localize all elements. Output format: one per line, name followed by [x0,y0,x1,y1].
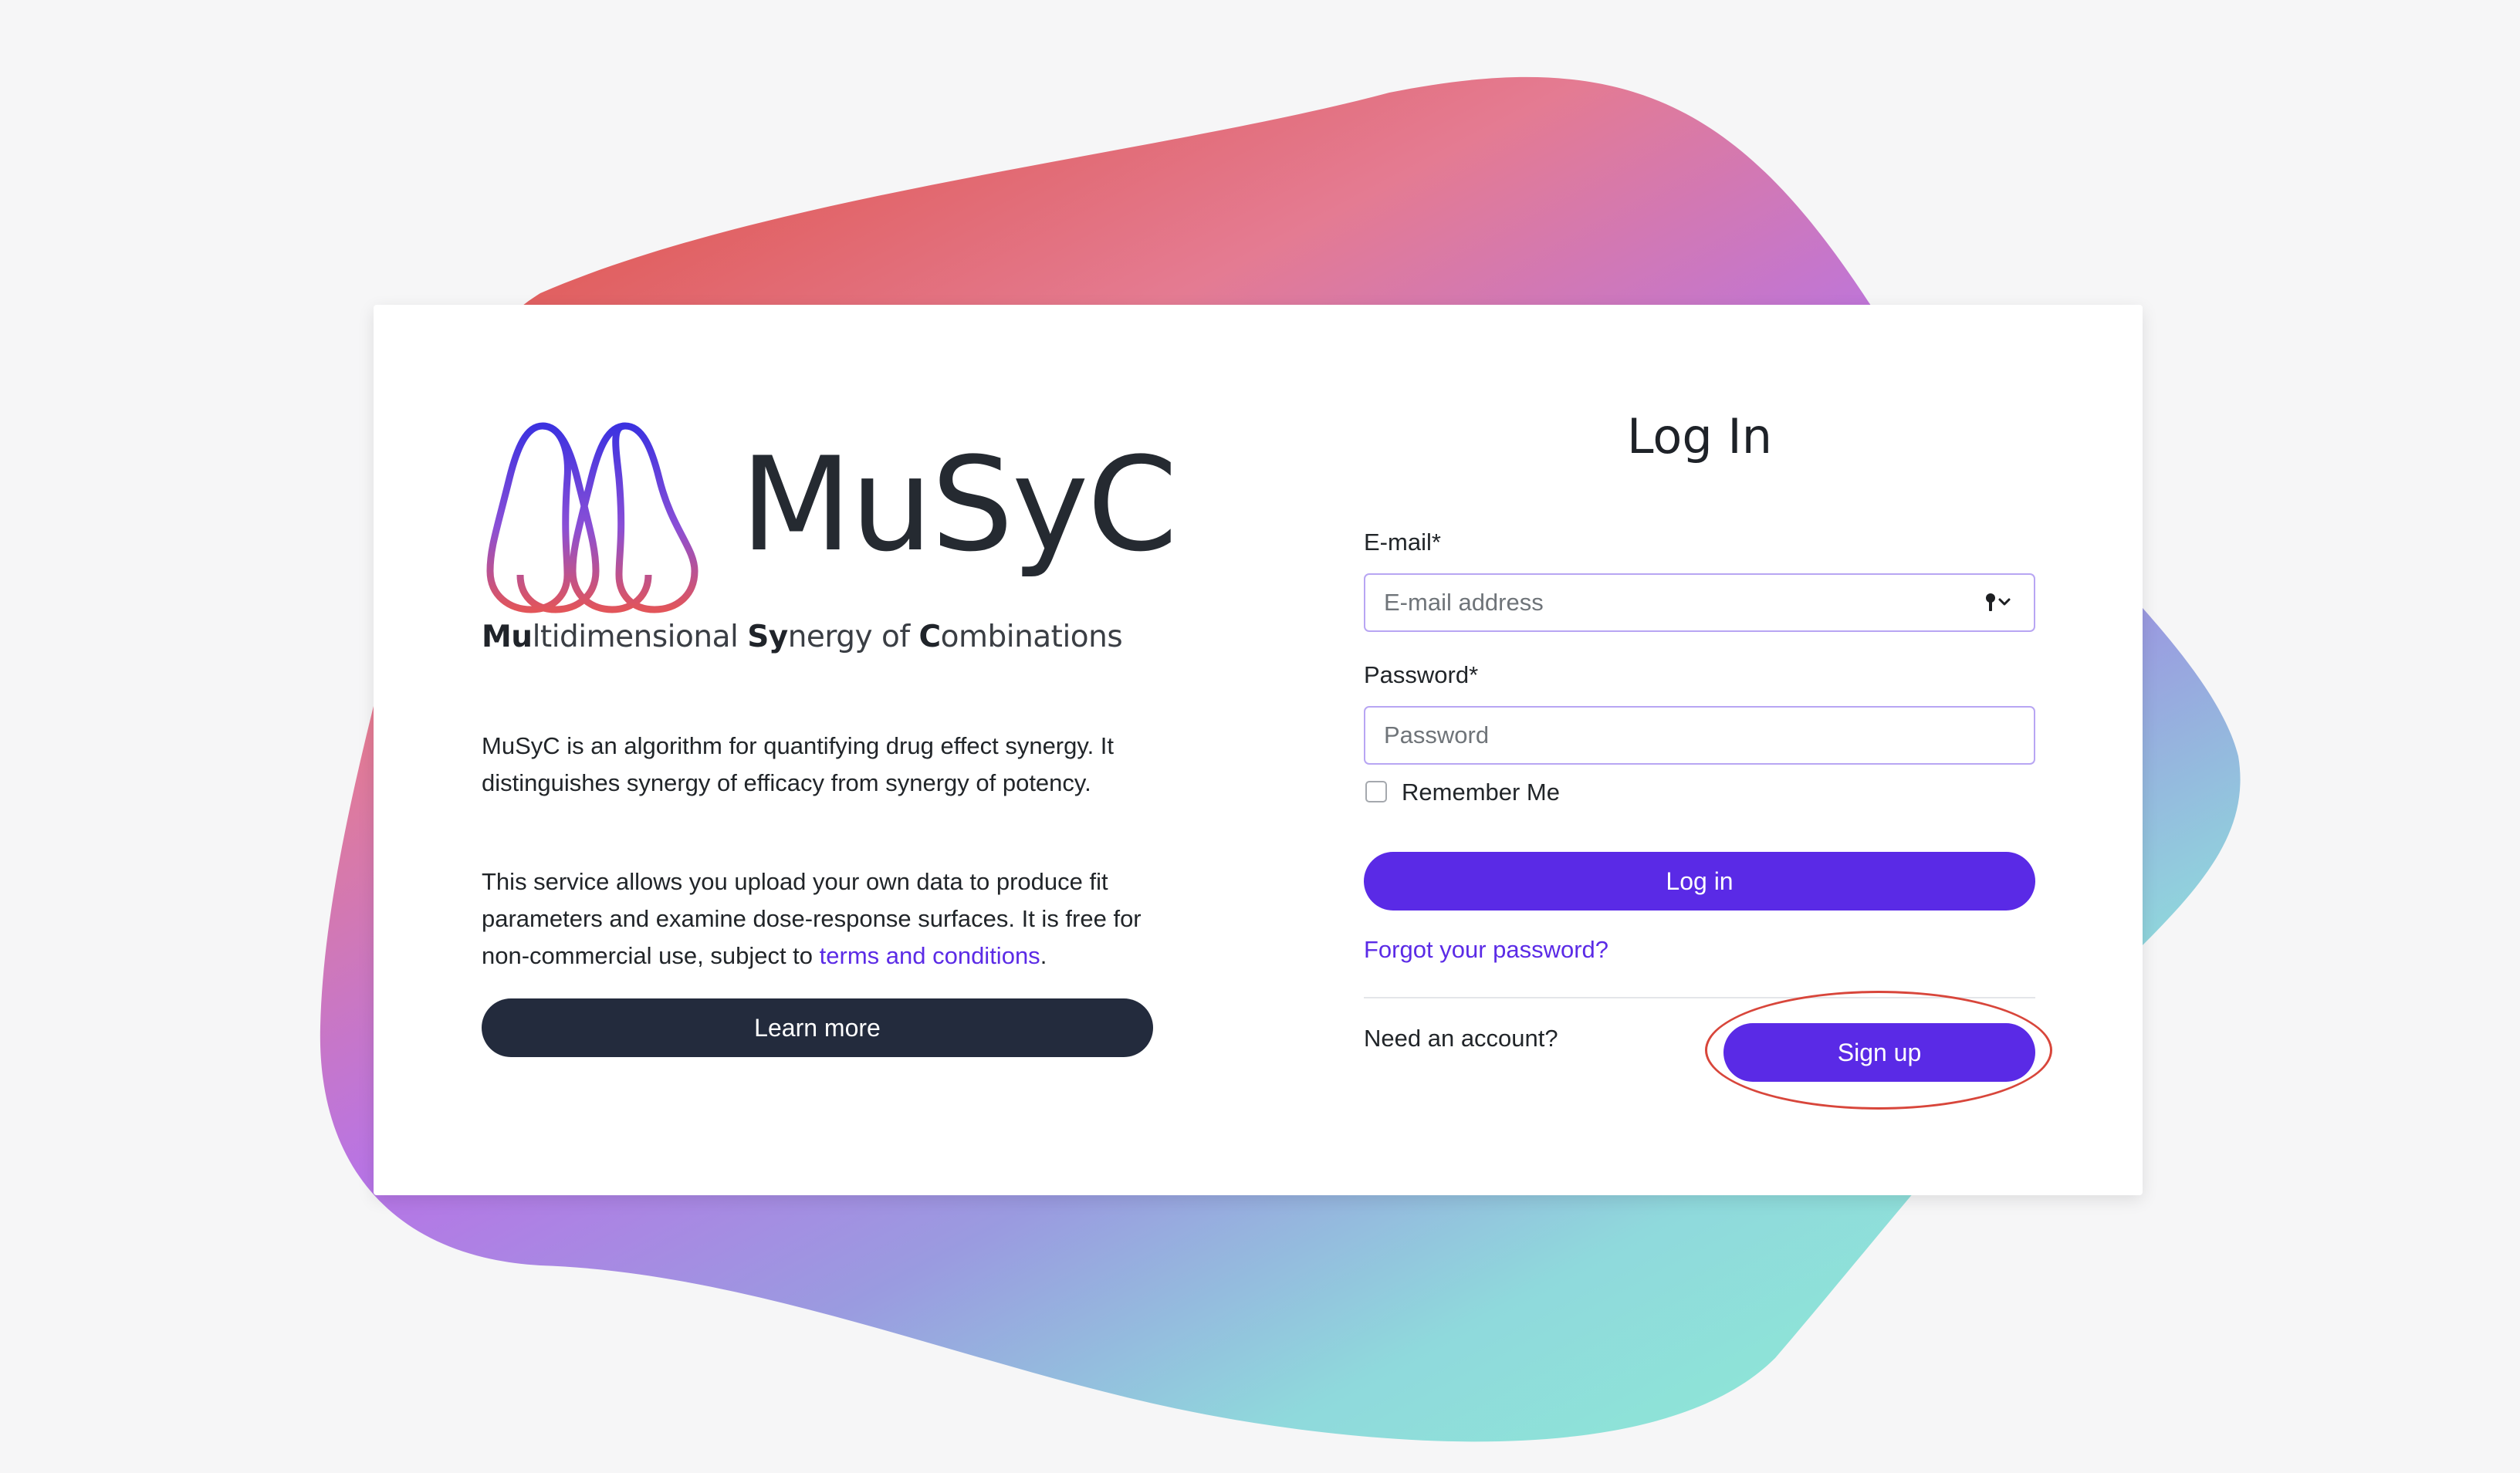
description-paragraph-2: This service allows you upload your own … [482,863,1161,975]
learn-more-button[interactable]: Learn more [482,998,1153,1057]
login-button[interactable]: Log in [1364,852,2035,910]
brand-tagline: Multidimensional Synergy of Combinations [482,620,1123,654]
tagline-text-1: ltidimensional [532,620,748,654]
need-account-text: Need an account? [1364,1025,1558,1052]
remember-me-label[interactable]: Remember Me [1402,779,1560,806]
tagline-bold-sy: Sy [747,620,788,654]
remember-me-checkbox[interactable] [1365,781,1387,802]
forgot-password-link[interactable]: Forgot your password? [1364,936,1608,964]
login-card: MuSyC Multidimensional Synergy of Combin… [374,305,2143,1195]
tagline-text-2: nergy of [787,620,919,654]
brand-name: MuSyC [740,429,1178,580]
sign-up-button[interactable]: Sign up [1723,1023,2035,1082]
login-title: Log In [1626,408,1773,465]
divider [1364,997,2035,998]
tagline-text-3: ombinations [940,620,1123,654]
tagline-bold-mu: Mu [482,620,533,654]
terms-link[interactable]: terms and conditions [820,942,1040,969]
brand-logo: MuSyC [482,417,1178,617]
key-dropdown-icon[interactable] [1983,590,2014,615]
description-paragraph-1: MuSyC is an algorithm for quantifying dr… [482,732,1115,796]
tagline-bold-c: C [918,620,942,654]
description-end: . [1040,942,1047,969]
musyc-logo-icon [486,422,698,613]
password-label: Password* [1364,661,1479,688]
password-field[interactable] [1364,706,2035,765]
email-label: E-mail* [1364,529,1441,556]
email-field[interactable] [1364,573,2035,632]
